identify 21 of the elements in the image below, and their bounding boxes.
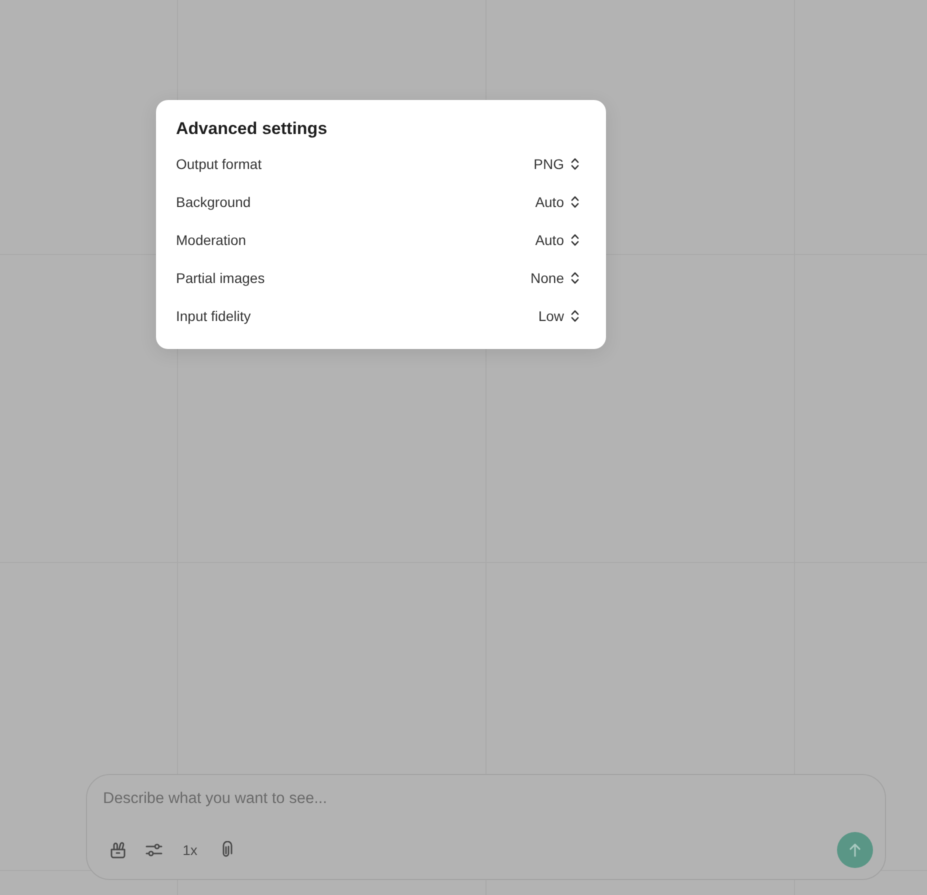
dropdown-button[interactable]: Auto <box>535 194 579 210</box>
sliders-icon <box>145 841 163 859</box>
count-button[interactable]: 1x <box>174 834 206 866</box>
setting-label: Output format <box>176 156 262 172</box>
chevron-up-down-icon <box>571 310 579 322</box>
chevron-up-down-icon <box>571 158 579 170</box>
chevron-up-down-icon <box>571 196 579 208</box>
setting-label: Background <box>176 194 251 210</box>
setting-label: Partial images <box>176 270 265 286</box>
dialog-title: Advanced settings <box>176 118 328 140</box>
setting-label: Moderation <box>176 232 246 248</box>
prompt-input[interactable]: Describe what you want to see... <box>102 787 873 811</box>
box-icon <box>109 841 127 859</box>
dropdown-button[interactable]: Low <box>538 308 579 324</box>
setting-label: Input fidelity <box>176 308 251 324</box>
dropdown-button[interactable]: PNG <box>534 156 579 172</box>
chevron-up-down-icon <box>571 272 579 284</box>
dropdown-button[interactable]: None <box>530 270 579 286</box>
dropdown-button[interactable]: Auto <box>535 232 579 248</box>
arrow-up-icon <box>849 843 861 857</box>
chevron-up-down-icon <box>571 234 579 246</box>
